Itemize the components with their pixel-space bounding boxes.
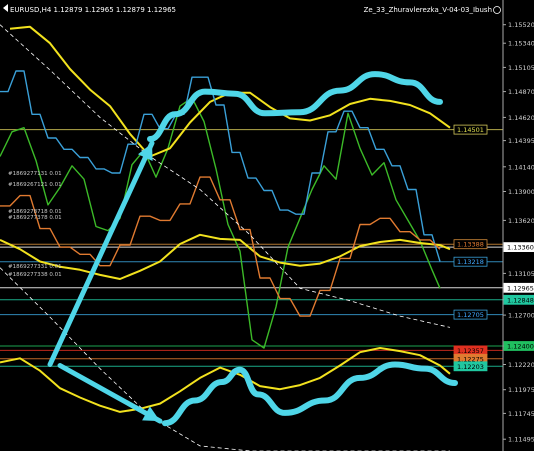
y-tick-label: 1.13900 <box>508 188 534 196</box>
order-annotation: #1869277378 0.01 <box>8 215 62 221</box>
order-annotation: #1869277131 0.01 <box>8 171 62 177</box>
y-tick-label: 1.14620 <box>508 114 534 122</box>
price-marker-label: 1.14501 <box>457 126 484 134</box>
indicator-header: Ze_33_Zhuravlerezka_V-04-03_Ibush <box>364 6 501 14</box>
chart-svg: #1869277131 0.01#1869267121 0.01#1869278… <box>0 0 534 451</box>
price-marker-label: 1.12400 <box>507 343 534 351</box>
symbol-header: EURUSD,H4 1.12879 1.12965 1.12879 1.1296… <box>3 4 176 14</box>
y-tick-label: 1.14395 <box>508 137 534 145</box>
symbol-info: EURUSD,H4 1.12879 1.12965 1.12879 1.1296… <box>10 6 176 14</box>
order-annotation: #1869277331 0.01 <box>8 264 62 270</box>
y-tick-label: 1.12700 <box>508 312 534 320</box>
price-marker-label: 1.13360 <box>507 244 534 252</box>
y-tick-label: 1.13620 <box>508 217 534 225</box>
y-tick-label: 1.11745 <box>508 410 534 418</box>
y-tick-label: 1.11495 <box>508 436 534 444</box>
y-tick-label: 1.12220 <box>508 361 534 369</box>
y-tick-label: 1.14140 <box>508 163 534 171</box>
y-tick-label: 1.11975 <box>508 386 534 394</box>
y-tick-label: 1.15520 <box>508 21 534 29</box>
price-marker-label: 1.12705 <box>457 311 484 319</box>
price-marker-label: 1.13218 <box>457 258 484 266</box>
price-marker-label: 1.13388 <box>457 241 484 249</box>
y-tick-label: 1.15340 <box>508 40 534 48</box>
price-marker-label: 1.12848 <box>507 296 534 304</box>
y-tick-label: 1.13105 <box>508 270 534 278</box>
price-marker-label: 1.12357 <box>457 347 484 355</box>
order-annotation: #1869267121 0.01 <box>8 182 62 188</box>
y-tick-label: 1.15105 <box>508 64 534 72</box>
price-marker-label: 1.12965 <box>507 284 534 292</box>
indicator-name: Ze_33_Zhuravlerezka_V-04-03_Ibush <box>364 6 492 14</box>
price-marker-label: 1.12203 <box>457 363 484 371</box>
y-tick-label: 1.14870 <box>508 88 534 96</box>
order-annotation: #1869277338 0.01 <box>8 272 62 278</box>
